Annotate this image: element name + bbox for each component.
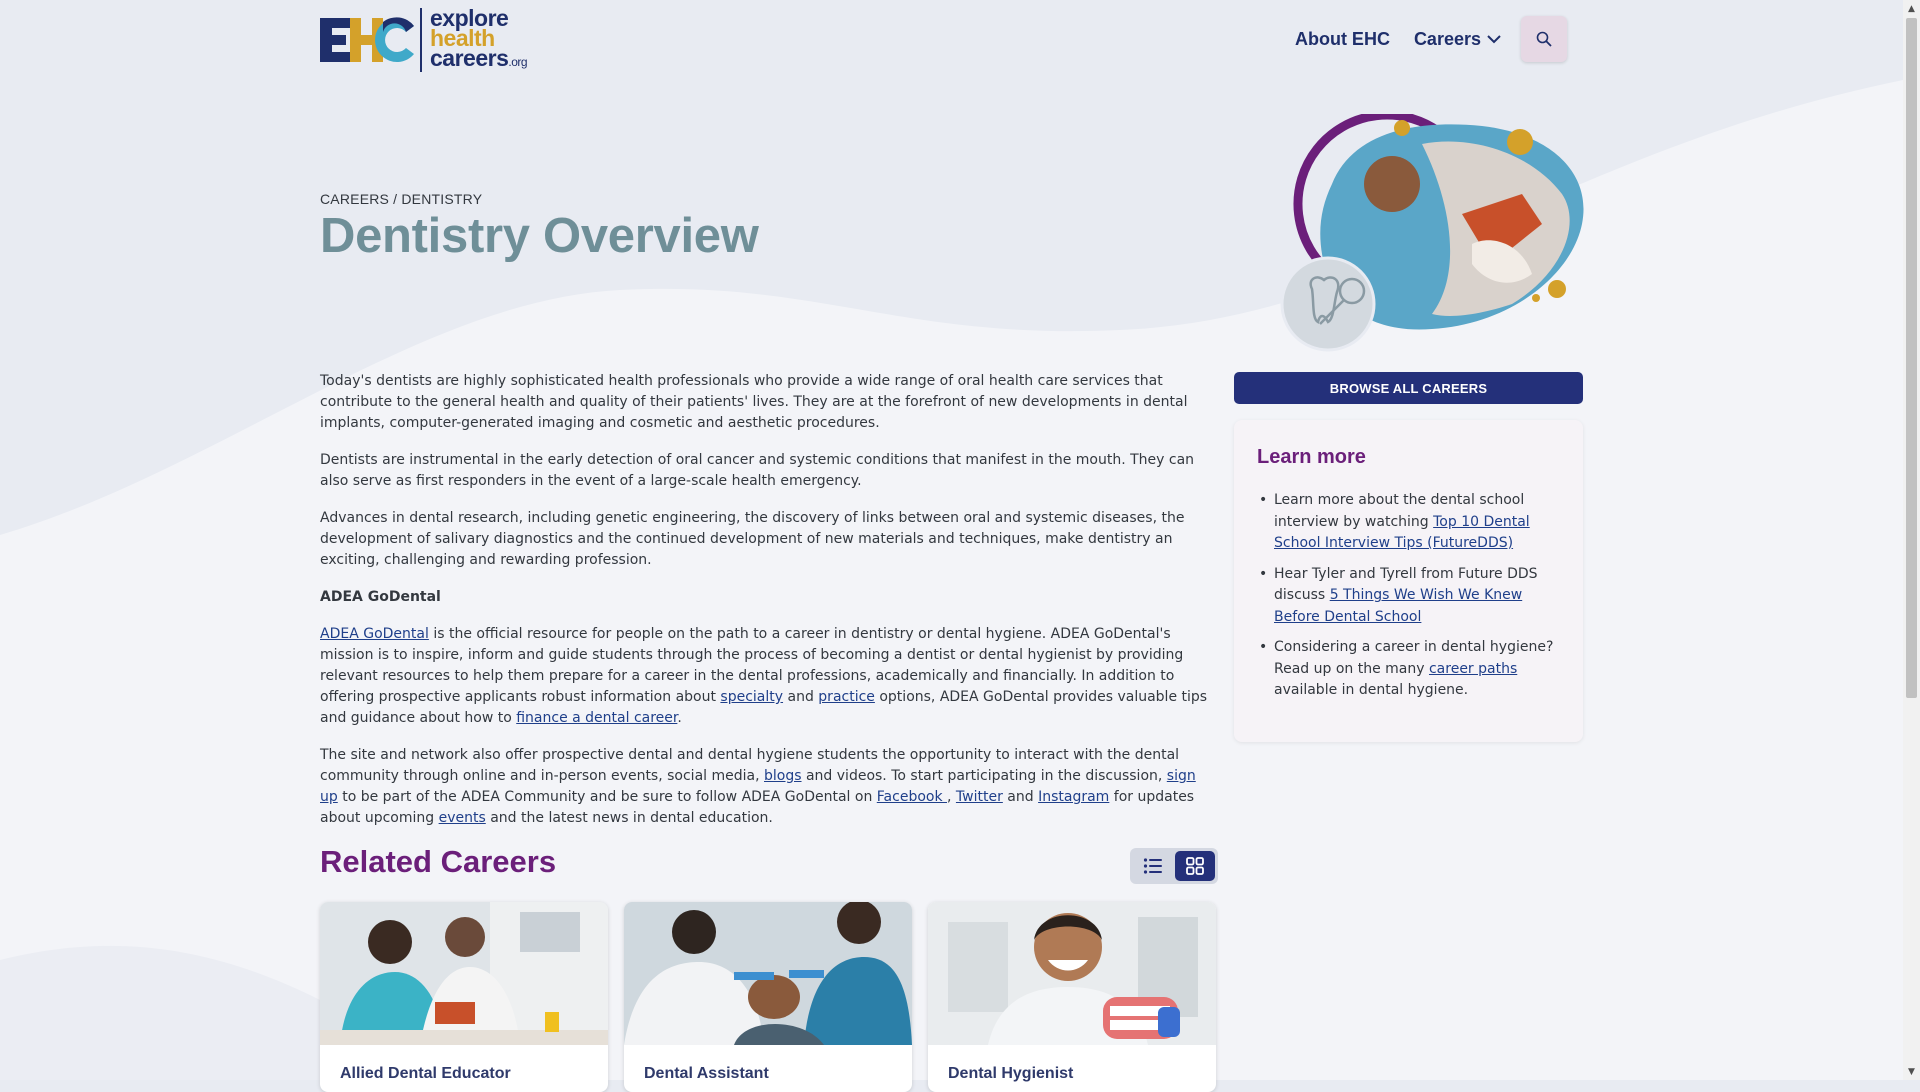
link-finance-career[interactable]: finance a dental career: [516, 710, 677, 726]
browse-all-careers-button[interactable]: BROWSE ALL CAREERS: [1234, 372, 1583, 404]
link-career-paths[interactable]: career paths: [1429, 661, 1517, 677]
related-careers-title: Related Careers: [320, 844, 557, 879]
hero-illustration: [1280, 114, 1584, 352]
link-instagram[interactable]: Instagram: [1038, 789, 1109, 805]
scroll-up-arrow[interactable]: ▲: [1903, 0, 1920, 17]
nav-careers-label: Careers: [1413, 28, 1481, 49]
career-card-dental-assistant[interactable]: Dental Assistant: [624, 902, 912, 1092]
view-toggle: [1130, 848, 1218, 884]
nav-careers-menu[interactable]: Careers: [1414, 29, 1501, 50]
career-card-title: Dental Assistant: [644, 1065, 769, 1082]
text-segment: and: [1002, 789, 1039, 805]
breadcrumb: CAREERS / DENTISTRY: [320, 191, 483, 207]
career-card-title: Allied Dental Educator: [340, 1065, 511, 1082]
main-nav: About EHC Careers: [1295, 16, 1567, 62]
ehc-logo-mark: [320, 14, 416, 66]
link-events[interactable]: events: [439, 810, 486, 826]
learn-more-item: Learn more about the dental school inter…: [1257, 490, 1567, 555]
logo-line-careers: careers: [430, 45, 509, 71]
paragraph-advances: Advances in dental research, including g…: [320, 510, 1185, 568]
related-careers-cards: Allied Dental Educator Dental Assistant: [320, 902, 1216, 1092]
learn-more-box: Learn more Learn more about the dental s…: [1234, 420, 1583, 742]
link-practice[interactable]: practice: [818, 689, 875, 705]
logo-divider: [420, 8, 422, 72]
learn-more-item: Considering a career in dental hygiene? …: [1257, 637, 1567, 702]
text-segment: and the latest news in dental education.: [485, 810, 773, 826]
link-facebook[interactable]: Facebook: [877, 789, 947, 805]
logo-org: .org: [508, 55, 528, 69]
logo-wordmark: explore health careers.org: [430, 7, 528, 72]
career-card-image: [320, 902, 608, 1045]
scroll-thumb[interactable]: [1906, 18, 1917, 698]
career-card-title: Dental Hygienist: [948, 1065, 1074, 1082]
paragraph-detection: Dentists are instrumental in the early d…: [320, 452, 1195, 489]
nav-about-label: About EHC: [1294, 28, 1390, 49]
text-segment: .: [677, 710, 682, 726]
career-card-image: [928, 902, 1216, 1045]
subheading-godental: ADEA GoDental: [320, 589, 441, 605]
grid-view-icon: [1186, 857, 1204, 875]
career-card-image: [624, 902, 912, 1045]
page-scrollbar[interactable]: ▲ ▼: [1903, 0, 1920, 1080]
learn-more-title: Learn more: [1257, 446, 1366, 468]
chevron-down-icon: [1487, 35, 1501, 44]
paragraph-godental: ADEA GoDental is the official resource f…: [320, 624, 1213, 729]
text-segment: to be part of the ADEA Community and be …: [337, 789, 877, 805]
career-card-allied-dental-educator[interactable]: Allied Dental Educator: [320, 902, 608, 1092]
list-view-button[interactable]: [1133, 851, 1173, 881]
paragraph-network: The site and network also offer prospect…: [320, 745, 1213, 829]
link-twitter[interactable]: Twitter: [956, 789, 1003, 805]
link-specialty[interactable]: specialty: [720, 689, 783, 705]
nav-about-link[interactable]: About EHC: [1295, 29, 1390, 50]
search-icon: [1536, 31, 1552, 47]
grid-view-button[interactable]: [1175, 851, 1215, 881]
learn-more-list: Learn more about the dental school inter…: [1257, 490, 1567, 711]
search-button[interactable]: [1521, 16, 1567, 62]
scroll-down-arrow[interactable]: ▼: [1903, 1063, 1920, 1080]
text-segment: available in dental hygiene.: [1274, 682, 1469, 698]
list-view-icon: [1143, 858, 1162, 874]
related-careers-header: Related Careers: [320, 844, 1218, 884]
text-segment: and: [783, 689, 819, 705]
text-segment: and videos. To start participating in th…: [801, 768, 1167, 784]
learn-more-item: Hear Tyler and Tyrell from Future DDS di…: [1257, 564, 1567, 629]
text-segment: ,: [947, 789, 956, 805]
article-body: Today's dentists are highly sophisticate…: [320, 371, 1213, 845]
site-logo[interactable]: explore health careers.org: [320, 7, 530, 72]
page-title: Dentistry Overview: [320, 209, 759, 263]
link-adea-godental[interactable]: ADEA GoDental: [320, 626, 429, 642]
career-card-dental-hygienist[interactable]: Dental Hygienist: [928, 902, 1216, 1092]
paragraph-intro: Today's dentists are highly sophisticate…: [320, 373, 1188, 431]
link-blogs[interactable]: blogs: [764, 768, 802, 784]
